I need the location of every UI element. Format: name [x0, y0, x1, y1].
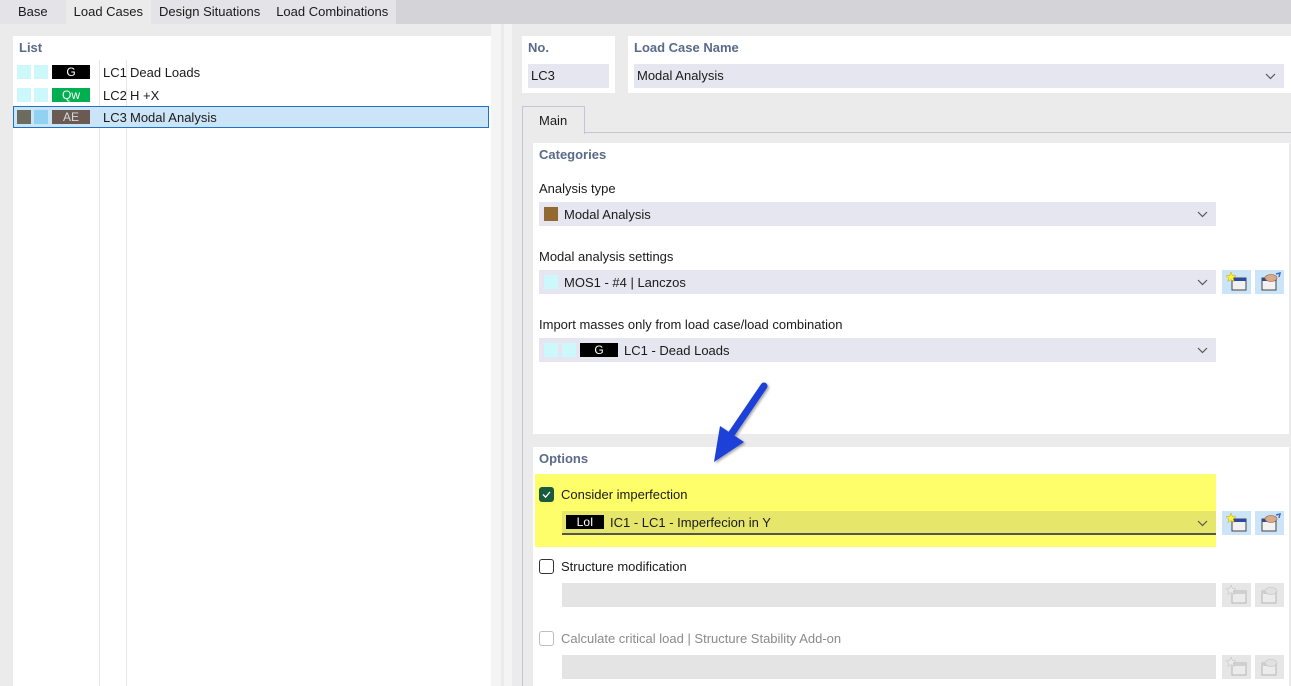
- top-tab-bar: Base Load Cases Design Situations Load C…: [0, 0, 1291, 24]
- tab-load-cases[interactable]: Load Cases: [65, 0, 152, 24]
- list-title: List: [19, 40, 43, 55]
- new-structure-modification-button[interactable]: [1222, 583, 1251, 607]
- new-window-icon: [1225, 513, 1246, 532]
- new-window-icon: [1225, 272, 1246, 291]
- analysis-type-color-icon: [544, 207, 558, 221]
- edit-window-icon: [1261, 587, 1277, 604]
- imperfection-badge: LoI: [566, 515, 604, 529]
- critical-load-dropdown[interactable]: [562, 655, 1216, 679]
- categories-title: Categories: [539, 147, 607, 162]
- edit-structure-modification-button[interactable]: [1255, 583, 1284, 607]
- color-swatch: [562, 343, 576, 357]
- main-tab-strip: Main: [522, 106, 1291, 134]
- structure-modification-checkbox[interactable]: [539, 559, 554, 574]
- load-case-name-dropdown[interactable]: Modal Analysis: [634, 64, 1284, 88]
- panel-splitter[interactable]: [504, 24, 512, 686]
- color-swatch: [17, 88, 31, 102]
- load-case-list: List G LC1 Dead Loads Qw LC2 H +X AE LC3…: [13, 36, 491, 686]
- load-type-badge: AE: [52, 110, 90, 124]
- number-field[interactable]: LC3: [528, 64, 609, 88]
- edit-window-icon: [1261, 272, 1281, 291]
- row-name: H +X: [130, 87, 160, 103]
- import-masses-label: Import masses only from load case/load c…: [539, 317, 843, 332]
- chevron-down-icon[interactable]: [1196, 270, 1208, 294]
- name-field-group: Load Case Name Modal Analysis: [628, 36, 1291, 93]
- number-field-group: No. LC3: [522, 36, 615, 93]
- tab-load-combinations[interactable]: Load Combinations: [268, 0, 397, 24]
- new-window-icon: [1225, 657, 1246, 676]
- new-imperfection-button[interactable]: [1222, 511, 1251, 535]
- list-item-lc1[interactable]: G LC1 Dead Loads: [14, 61, 490, 83]
- modal-settings-dropdown[interactable]: MOS1 - #4 | Lanczos: [539, 270, 1216, 294]
- imperfection-value: IC1 - LC1 - Imperfecion in Y: [610, 514, 771, 530]
- critical-load-label: Calculate critical load | Structure Stab…: [561, 631, 842, 646]
- new-critical-load-button[interactable]: [1222, 655, 1251, 679]
- edit-critical-load-button[interactable]: [1255, 655, 1284, 679]
- row-number: LC1: [103, 64, 127, 80]
- chevron-down-icon[interactable]: [1196, 511, 1208, 535]
- annotation-arrow-icon: [714, 382, 768, 462]
- tab-main[interactable]: Main: [522, 106, 585, 134]
- edit-window-icon: [1261, 659, 1277, 676]
- column-divider: [99, 60, 100, 686]
- load-type-badge: G: [52, 65, 90, 79]
- color-swatch: [34, 110, 48, 124]
- import-masses-value: LC1 - Dead Loads: [624, 342, 730, 358]
- chevron-down-icon[interactable]: [1196, 202, 1208, 226]
- number-label: No.: [528, 40, 549, 55]
- import-masses-dropdown[interactable]: G LC1 - Dead Loads: [539, 338, 1216, 362]
- analysis-type-value: Modal Analysis: [564, 206, 651, 222]
- consider-imperfection-label: Consider imperfection: [561, 487, 688, 502]
- color-swatch: [34, 65, 48, 79]
- chevron-down-icon[interactable]: [1196, 338, 1208, 362]
- row-name: Dead Loads: [130, 64, 201, 80]
- color-swatch: [34, 88, 48, 102]
- checkmark-icon: [542, 491, 551, 498]
- analysis-type-dropdown[interactable]: Modal Analysis: [539, 202, 1216, 226]
- tab-base[interactable]: Base: [0, 0, 66, 24]
- analysis-type-label: Analysis type: [539, 181, 616, 196]
- list-scrollbar[interactable]: [491, 24, 501, 686]
- critical-load-checkbox[interactable]: [539, 631, 554, 646]
- load-case-name-label: Load Case Name: [634, 40, 739, 55]
- edit-imperfection-button[interactable]: [1255, 511, 1284, 535]
- new-modal-settings-button[interactable]: [1222, 270, 1251, 294]
- list-item-lc2[interactable]: Qw LC2 H +X: [14, 84, 490, 106]
- consider-imperfection-checkbox[interactable]: [539, 487, 554, 502]
- chevron-down-icon[interactable]: [1264, 64, 1276, 88]
- row-number: LC3: [103, 109, 127, 125]
- row-number: LC2: [103, 87, 127, 103]
- modal-settings-color-icon: [544, 275, 558, 289]
- list-item-lc3[interactable]: AE LC3 Modal Analysis: [13, 106, 489, 128]
- tab-design-situations[interactable]: Design Situations: [151, 0, 269, 24]
- column-divider: [126, 60, 127, 686]
- options-title: Options: [539, 451, 589, 466]
- row-name: Modal Analysis: [130, 109, 217, 125]
- color-swatch: [544, 343, 558, 357]
- new-window-icon: [1225, 585, 1246, 604]
- modal-settings-label: Modal analysis settings: [539, 249, 674, 264]
- load-type-badge: G: [580, 343, 618, 357]
- imperfection-dropdown[interactable]: LoI IC1 - LC1 - Imperfecion in Y: [562, 511, 1216, 535]
- categories-section: Categories Analysis type Modal Analysis …: [533, 143, 1289, 434]
- load-type-badge: Qw: [52, 88, 90, 102]
- structure-modification-dropdown[interactable]: [562, 583, 1216, 607]
- load-case-name-value: Modal Analysis: [637, 68, 724, 83]
- edit-modal-settings-button[interactable]: [1255, 270, 1284, 294]
- color-swatch: [17, 110, 31, 124]
- structure-modification-label: Structure modification: [561, 559, 687, 574]
- edit-window-icon: [1261, 513, 1281, 532]
- color-swatch: [17, 65, 31, 79]
- modal-settings-value: MOS1 - #4 | Lanczos: [564, 274, 686, 290]
